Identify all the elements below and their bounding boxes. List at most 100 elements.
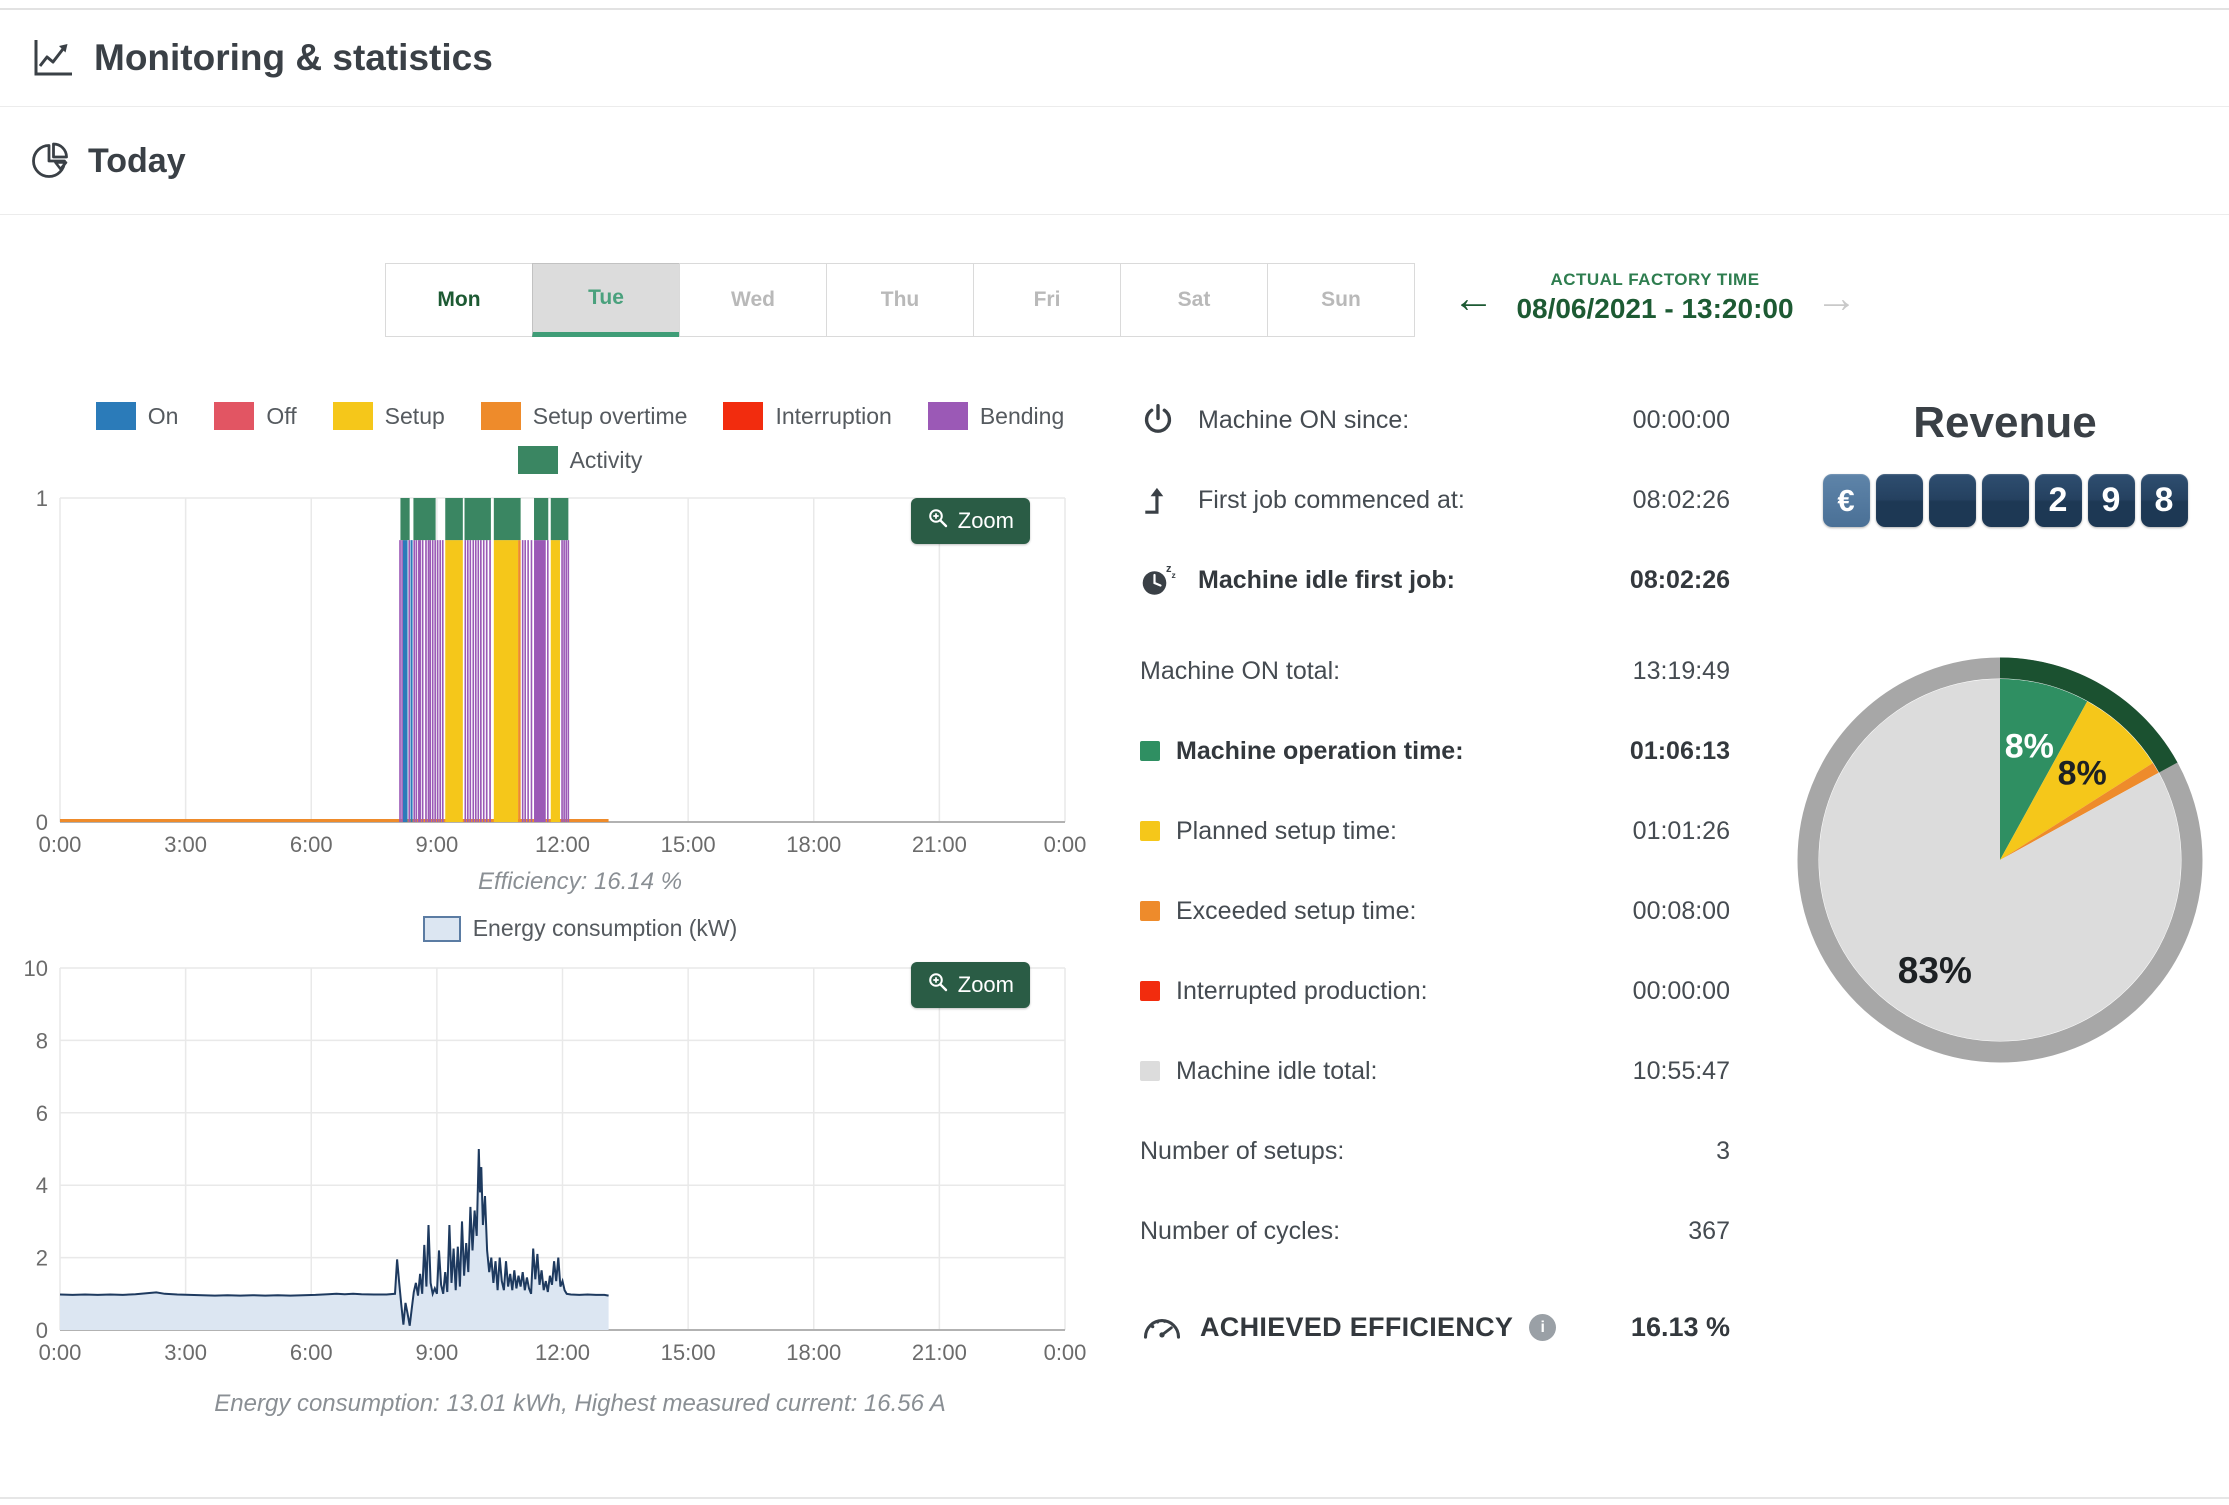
previous-day-arrow[interactable]: ←	[1452, 276, 1494, 319]
legend-label: Setup overtime	[532, 402, 688, 429]
info-icon[interactable]: i	[1529, 1314, 1557, 1341]
pie-canvas: 8%8% 83%	[1797, 657, 2203, 1063]
revenue-panel: Revenue €2 9 8	[1790, 398, 2220, 527]
stat-color-swatch	[1140, 821, 1160, 841]
svg-text:0: 0	[36, 1318, 48, 1343]
revenue-counter: €2 9 8	[1790, 474, 2220, 527]
efficiency-caption: Efficiency: 16.14 %	[477, 868, 683, 895]
svg-text:18:00: 18:00	[786, 1340, 841, 1365]
monitoring-chart-icon	[30, 36, 76, 80]
achieved-efficiency-row: ACHIEVED EFFICIENCY i 16.13 %	[1140, 1306, 1730, 1349]
stat-color-swatch	[1140, 741, 1160, 761]
stat-row-machine-operation-time: Machine operation time: 01:06:13	[1140, 728, 1730, 774]
svg-text:12:00: 12:00	[535, 832, 590, 857]
svg-text:10: 10	[24, 956, 48, 981]
legend-label: Activity	[569, 446, 643, 473]
svg-text:0:00: 0:00	[1044, 1340, 1087, 1365]
stat-value: 01:06:13	[1629, 736, 1730, 765]
activity-legend-row-1: On Off Setup Setup overtime Interruption Bend…	[45, 402, 1115, 430]
pie-chart-icon	[30, 140, 72, 182]
svg-text:18:00: 18:00	[786, 832, 841, 857]
svg-text:15:00: 15:00	[661, 832, 716, 857]
machine-state-chart-canvas: 0:00 3:00 6:00 9:00 12:00 15:00 18:00 21:00 0:00…	[36, 486, 1087, 857]
svg-text:21:00: 21:00	[912, 1340, 967, 1365]
svg-text:6:00: 6:00	[290, 1340, 333, 1365]
stat-row-number-of-cycles: Number of cycles: 367	[1140, 1208, 1730, 1254]
time-distribution-pie: 8% 8% 83%	[1785, 636, 2215, 1091]
stat-label: Machine ON since:	[1198, 405, 1410, 434]
revenue-digit-tile: 9	[2087, 474, 2135, 527]
svg-text:8: 8	[36, 1028, 48, 1053]
machine-stats-panel: Machine ON since: 00:00:00 First job comme…	[1140, 397, 1730, 1349]
revenue-digit-tile	[1928, 474, 1976, 527]
stat-label: Machine idle first job:	[1198, 565, 1455, 594]
day-tab-sat[interactable]: Sat	[1120, 263, 1268, 337]
stat-color-swatch	[1140, 1061, 1160, 1081]
energy-legend-label: Energy consumption (kW)	[472, 915, 738, 941]
legend-item-activity: Activity	[517, 446, 643, 474]
stat-color-swatch	[1140, 901, 1160, 921]
svg-text:4: 4	[36, 1173, 48, 1198]
day-tab-thu[interactable]: Thu	[826, 263, 974, 337]
first-job-icon	[1140, 482, 1198, 518]
stat-value: 10:55:47	[1632, 1056, 1730, 1085]
legend-swatch	[214, 402, 255, 430]
legend-item-setup-overtime: Setup overtime	[480, 402, 688, 430]
stat-value: 00:08:00	[1632, 896, 1730, 925]
day-tab-fri[interactable]: Fri	[973, 263, 1121, 337]
magnifier-plus-icon	[927, 507, 949, 535]
svg-text:8%: 8%	[2005, 728, 2054, 766]
energy-chart-canvas: 0:00 3:00 6:00 9:00 12:00 15:00 18:00 21:00 0:00…	[24, 956, 1087, 1365]
stat-label: Interrupted production:	[1176, 976, 1428, 1005]
stat-row-interrupted-production: Interrupted production: 00:00:00	[1140, 968, 1730, 1014]
svg-text:6: 6	[36, 1101, 48, 1126]
stat-row-first-job-commenced-at: First job commenced at: 08:02:26	[1140, 477, 1730, 523]
revenue-currency-tile: €	[1822, 474, 1870, 527]
activity-zoom-label: Zoom	[957, 508, 1014, 533]
stat-value: 00:00:00	[1632, 976, 1730, 1005]
svg-text:15:00: 15:00	[661, 1340, 716, 1365]
energy-legend: Energy consumption (kW)	[45, 915, 1115, 942]
legend-label: Off	[266, 402, 297, 429]
magnifier-plus-icon	[927, 971, 949, 999]
stat-value: 08:02:26	[1629, 565, 1730, 594]
legend-item-bending: Bending	[927, 402, 1064, 430]
stat-value: 01:01:26	[1632, 816, 1730, 845]
svg-text:2: 2	[36, 1246, 48, 1271]
svg-text:3:00: 3:00	[164, 832, 207, 857]
stat-row-machine-idle-first-job: z z Machine idle first job: 08:02:26	[1140, 557, 1730, 603]
day-tab-sun[interactable]: Sun	[1267, 263, 1415, 337]
activity-zoom-button[interactable]: Zoom	[910, 498, 1030, 544]
stat-label: Machine idle total:	[1176, 1056, 1378, 1085]
stat-label: Number of setups:	[1140, 1136, 1345, 1165]
day-tab-wed[interactable]: Wed	[679, 263, 827, 337]
stat-label: Exceeded setup time:	[1176, 896, 1417, 925]
svg-text:0:00: 0:00	[39, 832, 82, 857]
revenue-title: Revenue	[1913, 398, 2097, 447]
revenue-digit-tile	[1875, 474, 1923, 527]
legend-swatch	[332, 402, 373, 430]
bottom-divider	[0, 1497, 2229, 1499]
legend-swatch	[480, 402, 521, 430]
stat-row-machine-on-total: Machine ON total: 13:19:49	[1140, 648, 1730, 694]
svg-text:z: z	[1172, 570, 1176, 580]
legend-item-off: Off	[214, 402, 297, 430]
day-tab-tue[interactable]: Tue	[532, 263, 680, 337]
activity-legend-row-2: Activity	[45, 446, 1115, 474]
stat-value: 00:00:00	[1632, 405, 1730, 434]
legend-item-on: On	[95, 402, 178, 430]
page-header: Monitoring & statistics	[0, 10, 2229, 107]
energy-zoom-button[interactable]: Zoom	[910, 962, 1030, 1008]
day-tab-mon[interactable]: Mon	[385, 263, 533, 337]
svg-text:83%: 83%	[1898, 950, 1972, 991]
revenue-digit-tile: 2	[2034, 474, 2082, 527]
stat-value: 08:02:26	[1632, 485, 1730, 514]
legend-swatch	[95, 402, 136, 430]
page-title: Monitoring & statistics	[94, 37, 493, 78]
svg-text:0:00: 0:00	[39, 1340, 82, 1365]
stat-row-planned-setup-time: Planned setup time: 01:01:26	[1140, 808, 1730, 854]
energy-chart: 0:00 3:00 6:00 9:00 12:00 15:00 18:00 21:00 0:00…	[20, 952, 1115, 1372]
stat-label: Machine ON total:	[1140, 656, 1341, 685]
svg-text:21:00: 21:00	[912, 832, 967, 857]
next-day-arrow[interactable]: →	[1816, 276, 1858, 319]
